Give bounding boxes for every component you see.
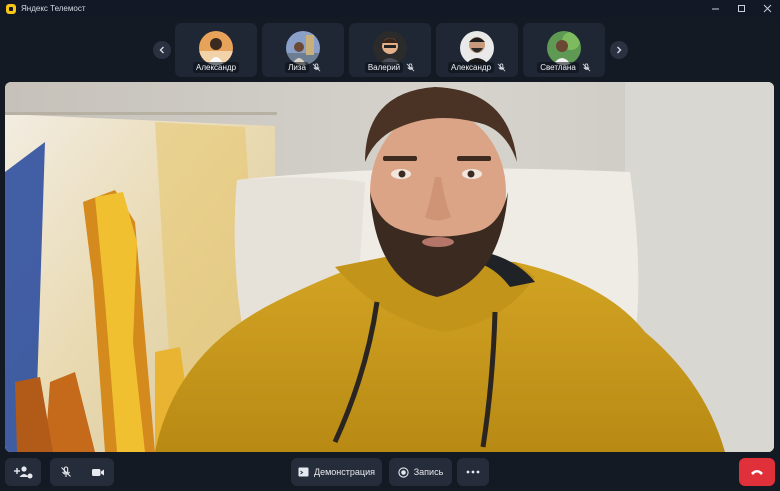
camera-icon <box>92 468 104 476</box>
speaker-video-frame <box>5 82 774 452</box>
more-button[interactable] <box>457 458 489 486</box>
participant-name: Валерий <box>364 62 404 73</box>
record-button[interactable]: Запись <box>389 458 452 486</box>
more-dots-icon <box>466 470 480 474</box>
participant-tile[interactable]: Александр <box>436 23 518 77</box>
record-icon <box>398 466 409 478</box>
add-user-icon <box>14 466 33 479</box>
screen-share-label: Демонстрация <box>314 467 375 477</box>
maximize-button[interactable] <box>728 0 754 17</box>
participant-name: Лиза <box>285 62 309 73</box>
minimize-button[interactable] <box>702 0 728 17</box>
avatar <box>199 31 233 65</box>
mic-off-icon <box>406 63 415 72</box>
app-logo-icon <box>6 3 16 14</box>
minimize-icon <box>711 8 719 10</box>
hangup-button[interactable] <box>739 458 775 486</box>
record-label: Запись <box>413 467 444 477</box>
avatar <box>373 31 407 65</box>
invite-button[interactable] <box>5 458 41 486</box>
screen-share-icon <box>298 467 309 477</box>
main-video <box>5 82 774 452</box>
chevron-left-icon <box>159 46 164 54</box>
call-toolbar: Демонстрация Запись <box>0 453 780 491</box>
camera-toggle-button[interactable] <box>82 458 114 486</box>
hangup-icon <box>751 470 763 475</box>
mic-off-icon <box>312 63 321 72</box>
chevron-right-icon <box>617 46 622 54</box>
avatar <box>547 31 581 65</box>
participant-name: Александр <box>192 62 240 73</box>
participant-tile[interactable]: Валерий <box>349 23 431 77</box>
maximize-icon <box>737 5 745 12</box>
avatar <box>286 31 320 65</box>
mic-off-icon <box>497 63 506 72</box>
screen-share-button[interactable]: Демонстрация <box>291 458 382 486</box>
strip-next-button[interactable] <box>610 41 628 59</box>
participant-strip: Александр Лиза Валерий Александр Светлан… <box>0 17 780 81</box>
close-button[interactable] <box>754 0 780 17</box>
participant-name: Светлана <box>537 62 579 73</box>
participant-tile[interactable]: Александр <box>175 23 257 77</box>
app-window: Яндекс Телемост Александр Лиза Валерий А… <box>0 0 780 491</box>
participant-name: Александр <box>447 62 495 73</box>
strip-prev-button[interactable] <box>153 41 171 59</box>
close-icon <box>763 4 771 13</box>
mic-toggle-button[interactable] <box>50 458 82 486</box>
title-bar: Яндекс Телемост <box>0 0 780 17</box>
avatar <box>460 31 494 65</box>
participant-tile[interactable]: Лиза <box>262 23 344 77</box>
window-controls <box>702 0 780 17</box>
mic-off-icon <box>61 466 71 477</box>
media-controls <box>50 458 114 486</box>
mic-off-icon <box>582 63 591 72</box>
participant-tile[interactable]: Светлана <box>523 23 605 77</box>
app-title: Яндекс Телемост <box>21 4 86 13</box>
